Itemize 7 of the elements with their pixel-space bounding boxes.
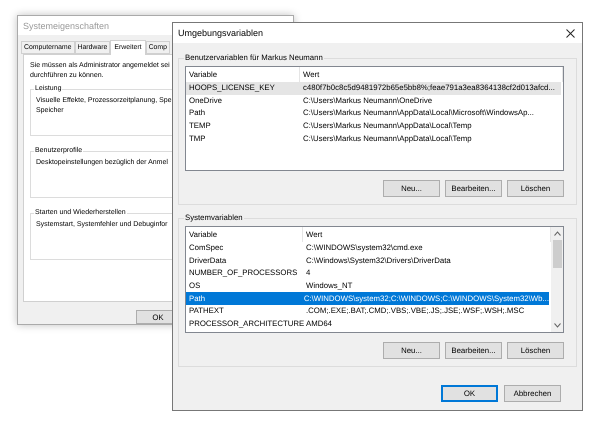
scrollbar-thumb[interactable] (552, 240, 562, 268)
window-title: Systemeigenschaften (23, 20, 110, 31)
close-icon[interactable] (566, 28, 575, 38)
window-title: Umgebungsvariablen (178, 28, 264, 38)
scroll-up-icon[interactable] (554, 231, 560, 236)
scrollbar[interactable] (551, 227, 563, 332)
scroll-down-icon[interactable] (554, 323, 560, 328)
